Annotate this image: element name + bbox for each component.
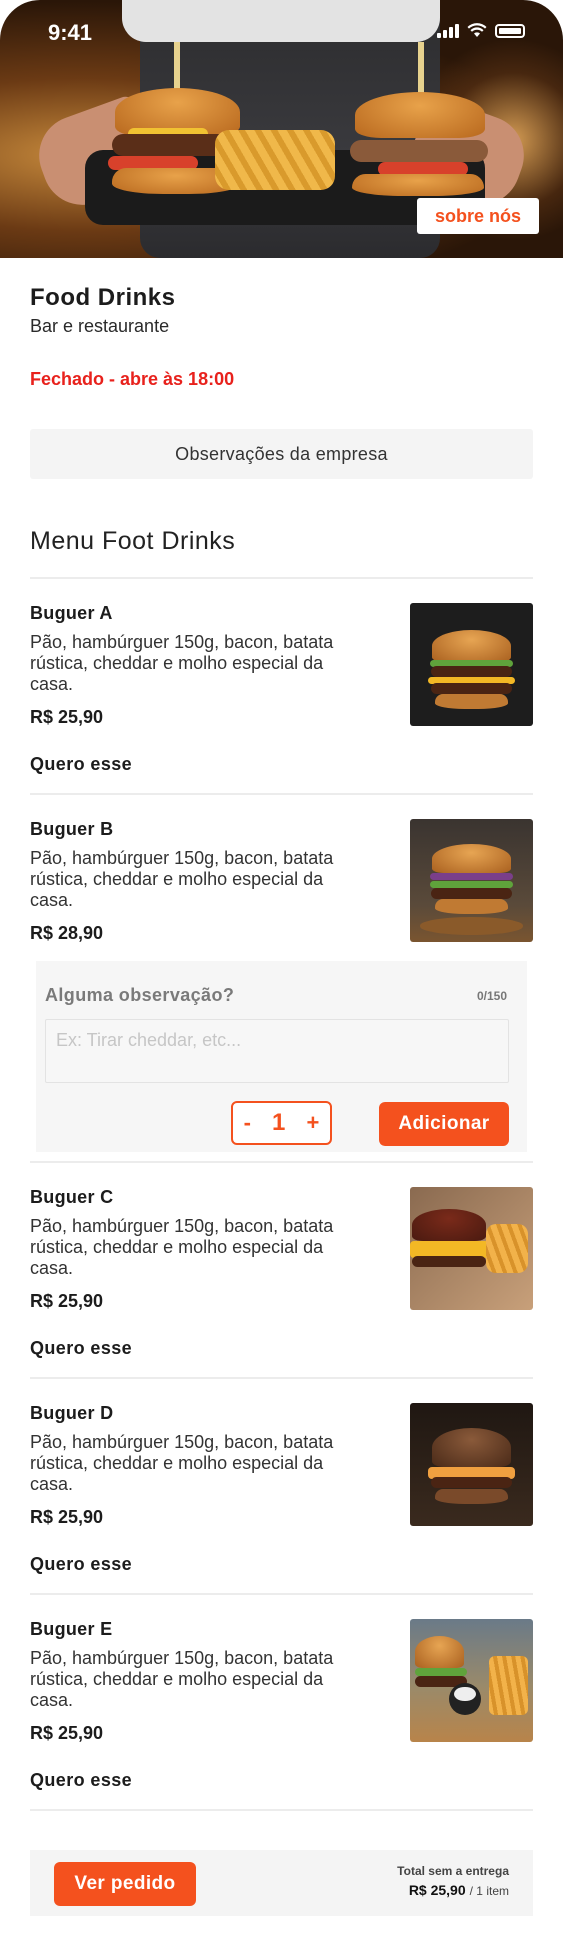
item-description: Pão, hambúrguer 150g, bacon, batata rúst… (30, 1648, 334, 1710)
observation-counter: 0/150 (476, 989, 507, 1003)
item-photo[interactable] (410, 603, 533, 726)
want-this-button[interactable]: Quero esse (30, 754, 132, 775)
add-button[interactable]: Adicionar (379, 1102, 509, 1146)
want-this-button[interactable]: Quero esse (30, 1554, 132, 1575)
app-screen: 9:41 sobre nós Food Drinks Bar e restaur… (0, 0, 563, 1944)
item-description: Pão, hambúrguer 150g, bacon, batata rúst… (30, 848, 334, 910)
item-photo[interactable] (410, 1187, 533, 1310)
menu-title: Menu Foot Drinks (30, 527, 236, 555)
opening-status: Fechado - abre às 18:00 (30, 369, 235, 389)
observation-input[interactable] (45, 1019, 509, 1083)
total-items: / 1 item (469, 1884, 509, 1898)
company-subtitle: Bar e restaurante (30, 316, 170, 336)
signal-icon (437, 24, 459, 38)
order-footer: Ver pedido Total sem a entrega R$ 25,90/… (30, 1850, 533, 1916)
item-photo[interactable] (410, 1619, 533, 1742)
status-time: 9:41 (48, 20, 93, 45)
menu-item: Buguer B Pão, hambúrguer 150g, bacon, ba… (30, 819, 533, 944)
battery-icon (495, 24, 525, 38)
view-order-button[interactable]: Ver pedido (54, 1862, 196, 1906)
divider (30, 1377, 533, 1379)
total-value: R$ 25,90 (408, 1882, 466, 1898)
company-info: Food Drinks Bar e restaurante Fechado - … (30, 284, 234, 390)
item-description: Pão, hambúrguer 150g, bacon, batata rúst… (30, 1432, 334, 1494)
menu-item: Buguer E Pão, hambúrguer 150g, bacon, ba… (30, 1619, 533, 1791)
want-this-button[interactable]: Quero esse (30, 1338, 132, 1359)
hero-image: 9:41 sobre nós (0, 0, 563, 258)
company-notes-button[interactable]: Observações da empresa (30, 429, 533, 479)
wifi-icon (467, 23, 487, 37)
item-description: Pão, hambúrguer 150g, bacon, batata rúst… (30, 1216, 334, 1278)
menu-item: Buguer A Pão, hambúrguer 150g, bacon, ba… (30, 603, 533, 775)
divider (30, 1593, 533, 1595)
observation-label: Alguma observação? (45, 985, 235, 1005)
device-notch (122, 0, 440, 42)
add-item-panel: Alguma observação? 0/150 - 1 + Adicionar (36, 961, 527, 1152)
increase-button[interactable]: + (307, 1110, 320, 1136)
decrease-button[interactable]: - (244, 1110, 251, 1136)
menu-item: Buguer C Pão, hambúrguer 150g, bacon, ba… (30, 1187, 533, 1359)
divider (30, 577, 533, 579)
menu-item: Buguer D Pão, hambúrguer 150g, bacon, ba… (30, 1403, 533, 1575)
item-photo[interactable] (410, 819, 533, 942)
about-us-button[interactable]: sobre nós (417, 198, 539, 234)
want-this-button[interactable]: Quero esse (30, 1770, 132, 1791)
quantity-stepper: - 1 + (231, 1101, 332, 1145)
quantity-value: 1 (272, 1109, 286, 1136)
item-photo[interactable] (410, 1403, 533, 1526)
total-line: R$ 25,90/ 1 item (409, 1882, 509, 1898)
status-icons (437, 22, 525, 38)
divider (30, 1161, 533, 1163)
company-name: Food Drinks (30, 284, 176, 311)
divider (30, 1809, 533, 1811)
total-label: Total sem a entrega (397, 1864, 509, 1878)
item-description: Pão, hambúrguer 150g, bacon, batata rúst… (30, 632, 334, 694)
divider (30, 793, 533, 795)
